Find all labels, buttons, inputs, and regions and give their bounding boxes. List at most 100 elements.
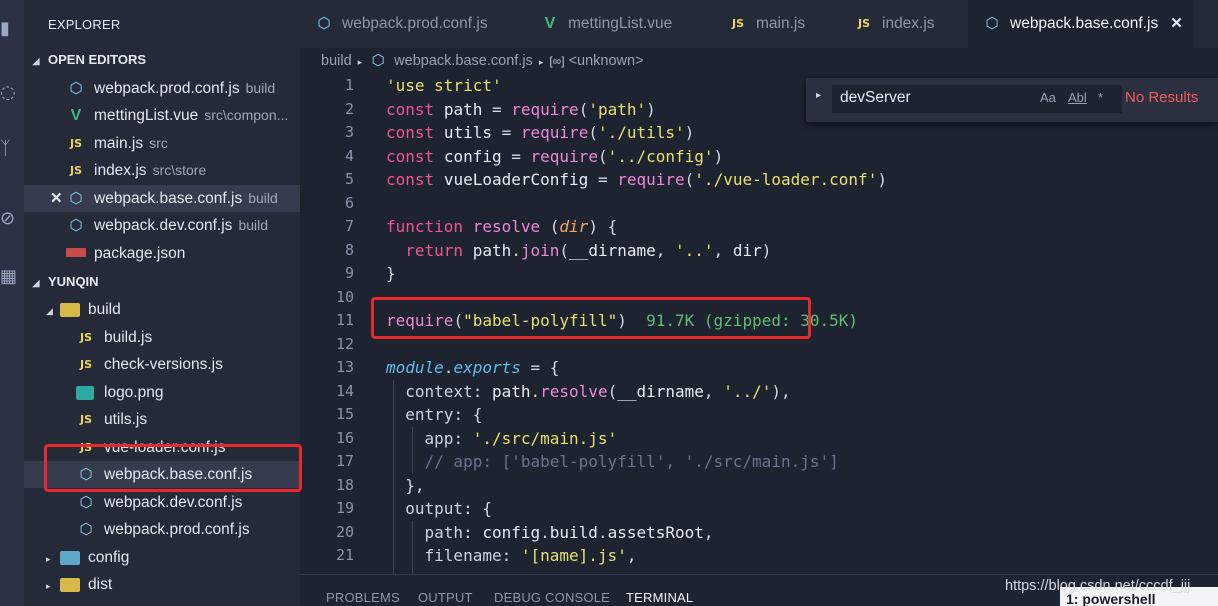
debug-icon[interactable]: ⊘ <box>0 204 24 234</box>
code-text: return path.join(__dirname, '..', dir) <box>405 240 772 260</box>
open-editor-item[interactable]: package.json <box>24 240 300 267</box>
match-case-toggle[interactable]: Aa <box>1040 90 1056 105</box>
source-control-icon[interactable]: ᛉ <box>0 134 24 164</box>
folder-build[interactable]: ◢ build <box>24 296 300 323</box>
tab-metting-list[interactable]: VmettingList.vue <box>526 0 710 48</box>
symbol-icon: [∞] <box>549 54 565 68</box>
regex-toggle[interactable]: * <box>1098 90 1103 105</box>
line-number: 14 <box>335 381 354 400</box>
tab-label: mettingList.vue <box>568 15 673 32</box>
open-editor-desc: build <box>238 217 269 233</box>
tab-main-js[interactable]: JS main.js <box>714 0 838 48</box>
code-text: filename: '[name].js', <box>424 546 637 565</box>
open-editor-name: main.js <box>94 135 144 152</box>
folder-open-icon <box>60 302 80 317</box>
tree-file[interactable]: JS build.js <box>24 324 300 351</box>
whole-word-toggle[interactable]: Abl <box>1068 90 1087 105</box>
folder-icon <box>60 577 80 592</box>
webpack-icon: ⬡ <box>69 189 83 207</box>
project-header[interactable]: ◢ YUNQIN <box>24 269 300 295</box>
tree-file[interactable]: JS utils.js <box>24 406 300 433</box>
tab-index-js[interactable]: JS index.js <box>840 0 966 48</box>
breadcrumb-folder[interactable]: build <box>321 53 352 69</box>
breadcrumb-symbol[interactable]: <unknown> <box>569 53 644 69</box>
tab-problems[interactable]: PROBLEMS <box>326 590 400 605</box>
code-text: const utils = require('./utils') <box>386 123 695 142</box>
open-editor-item-active[interactable]: ✕ ⬡ webpack.base.conf.js build <box>24 185 300 212</box>
line-number: 11 <box>335 311 354 329</box>
code-text: output: { <box>405 499 492 518</box>
chevron-right-icon: ▸ <box>46 554 51 564</box>
webpack-icon: ⬡ <box>79 493 93 511</box>
find-input-value[interactable]: devServer <box>840 89 911 107</box>
line-number: 12 <box>335 334 354 353</box>
chevron-right-icon: ▸ <box>538 57 544 67</box>
vue-icon: V <box>70 106 82 124</box>
folder-dist[interactable]: ▸ dist <box>24 571 300 598</box>
find-result: No Results <box>1125 89 1199 106</box>
file-name: utils.js <box>104 411 148 428</box>
line-number: 17 <box>335 452 354 470</box>
open-editor-name: webpack.base.conf.js <box>94 190 243 207</box>
open-editor-item[interactable]: ⬡ webpack.prod.conf.js build <box>24 75 300 102</box>
open-editor-desc: src\store <box>152 162 207 178</box>
close-icon[interactable]: ✕ <box>50 185 66 212</box>
open-editor-name: mettingList.vue <box>94 107 199 124</box>
chevron-right-icon[interactable]: ▸ <box>816 90 821 101</box>
explorer-sidebar: EXPLORER ◢ OPEN EDITORS ⬡ webpack.prod.con… <box>24 0 300 606</box>
line-number: 2 <box>344 99 354 118</box>
code-text: const path = require('path') <box>386 99 656 119</box>
tab-webpack-prod[interactable]: ⬡ webpack.prod.conf.js <box>300 0 522 48</box>
tab-terminal[interactable]: TERMINAL <box>626 590 693 605</box>
tree-file[interactable]: ⬡ webpack.prod.conf.js <box>24 516 300 543</box>
open-editors-title: OPEN EDITORS <box>48 52 147 67</box>
folder-name: config <box>88 549 130 566</box>
code-text: context: path.resolve(__dirname, '../'), <box>405 381 791 401</box>
chevron-down-icon: ◢ <box>32 56 40 66</box>
activity-bar: ▮ ◌ ᛉ ⊘ ▦ <box>0 0 24 606</box>
open-editors-header[interactable]: ◢ OPEN EDITORS <box>24 47 300 73</box>
code-text: }, <box>386 475 425 495</box>
file-name: webpack.dev.conf.js <box>104 494 243 511</box>
folder-icon <box>60 550 80 565</box>
tab-label: main.js <box>756 15 806 32</box>
tab-output[interactable]: OUTPUT <box>418 590 473 605</box>
webpack-icon: ⬡ <box>371 52 385 70</box>
line-number: 18 <box>335 475 354 494</box>
tab-label: index.js <box>882 15 935 32</box>
chevron-down-icon: ◢ <box>46 306 53 316</box>
code-text: app: './src/main.js' <box>424 428 618 448</box>
chevron-right-icon: ▸ <box>46 581 51 591</box>
line-number: 10 <box>335 287 354 306</box>
code-text: const config = require('../config') <box>386 146 724 166</box>
webpack-icon: ⬡ <box>985 14 999 32</box>
line-number: 20 <box>335 522 354 541</box>
tree-file[interactable]: ⬡ webpack.dev.conf.js <box>24 489 300 516</box>
open-editor-item[interactable]: JS main.js src <box>24 130 300 157</box>
close-icon[interactable]: ✕ <box>1170 15 1183 32</box>
js-icon: JS <box>69 163 82 177</box>
open-editor-name: webpack.prod.conf.js <box>94 80 240 97</box>
annotation-box-sidebar <box>44 444 302 492</box>
files-icon[interactable]: ▮ <box>0 14 24 44</box>
open-editor-name: index.js <box>94 162 147 179</box>
editor-tabs: ⬡ webpack.prod.conf.js VmettingList.vue J… <box>300 0 1218 48</box>
open-editor-item[interactable]: JS index.js src\store <box>24 157 300 184</box>
line-number: 3 <box>344 123 354 141</box>
open-editor-item[interactable]: VmettingList.vue src\compon... <box>24 102 300 129</box>
open-editor-desc: src <box>149 135 168 151</box>
search-icon[interactable]: ◌ <box>0 78 24 108</box>
breadcrumb-file[interactable]: webpack.base.conf.js <box>394 53 533 69</box>
webpack-icon: ⬡ <box>79 520 93 538</box>
tab-webpack-base[interactable]: ⬡ webpack.base.conf.js ✕ <box>968 0 1194 48</box>
line-number: 21 <box>335 546 354 564</box>
open-editor-desc: src\compon... <box>204 107 289 123</box>
tab-debug-console[interactable]: DEBUG CONSOLE <box>494 590 610 605</box>
tree-file[interactable]: logo.png <box>24 379 300 406</box>
extensions-icon[interactable]: ▦ <box>0 262 24 292</box>
folder-config[interactable]: ▸ config <box>24 544 300 571</box>
tree-file[interactable]: JS check-versions.js <box>24 351 300 378</box>
js-icon: JS <box>79 412 92 426</box>
explorer-title: EXPLORER <box>48 17 121 32</box>
open-editor-item[interactable]: ⬡ webpack.dev.conf.js build <box>24 212 300 239</box>
